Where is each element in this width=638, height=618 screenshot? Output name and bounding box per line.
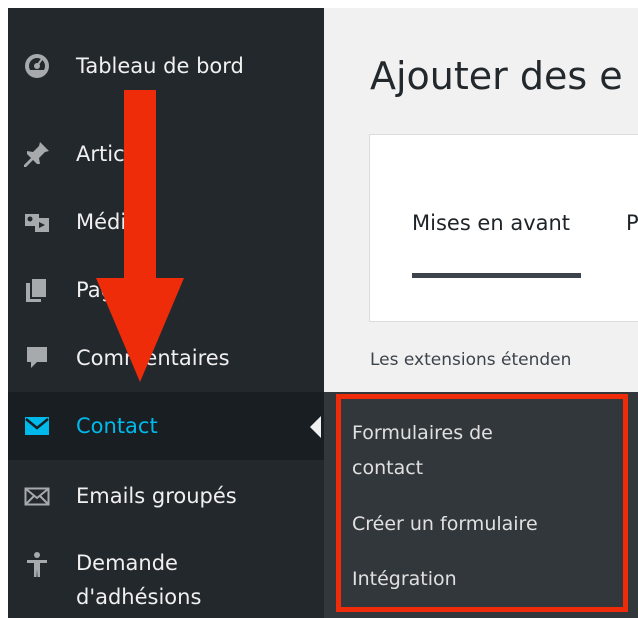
active-item-pointer [310,416,321,438]
sidebar-item-contact[interactable]: Contact [8,392,324,460]
sidebar-item-label: Contact [76,414,158,438]
sidebar-item-dashboard[interactable]: Tableau de bord [8,32,324,100]
dashboard-icon [22,51,52,81]
sidebar-item-label: Pages [76,278,138,302]
sidebar-item-label: Médias [76,210,151,234]
admin-sidebar: Tableau de bord Articles Médias Pages Co… [8,8,324,618]
media-icon [22,207,52,237]
submenu-item-creer-un-formulaire[interactable]: Créer un formulaire [352,507,538,542]
submenu-item-formulaires-de-contact[interactable]: Formulaires de contact [352,416,552,486]
pages-icon [22,275,52,305]
sidebar-item-articles[interactable]: Articles [8,120,324,188]
sidebar-item-comments[interactable]: Commentaires [8,324,324,392]
person-icon [22,550,52,580]
sidebar-item-label: Tableau de bord [76,54,244,78]
sidebar-item-label: Demande d'adhésions [76,551,202,609]
sidebar-item-pages[interactable]: Pages [8,256,324,324]
tab-mises-en-avant[interactable]: Mises en avant [412,211,570,235]
contact-submenu: Formulaires de contact Créer un formulai… [324,392,638,618]
comments-icon [22,343,52,373]
page-title: Ajouter des e [370,54,623,98]
sidebar-item-emails-groupes[interactable]: Emails groupés [8,462,324,530]
submenu-item-integration[interactable]: Intégration [352,562,457,597]
sidebar-item-label: Articles [76,142,155,166]
envelope-icon [22,411,52,441]
sidebar-item-medias[interactable]: Médias [8,188,324,256]
sidebar-item-label: Commentaires [76,346,230,370]
tab-bar: Mises en avant P [369,134,638,322]
active-tab-indicator [412,273,581,278]
page-description: Les extensions étenden [370,350,572,370]
email-icon [22,481,52,511]
tab-next[interactable]: P [626,211,638,235]
sidebar-item-label: Emails groupés [76,484,237,508]
sidebar-item-demande-adhesions[interactable]: Demande d'adhésions [8,540,324,618]
pin-icon [22,139,52,169]
